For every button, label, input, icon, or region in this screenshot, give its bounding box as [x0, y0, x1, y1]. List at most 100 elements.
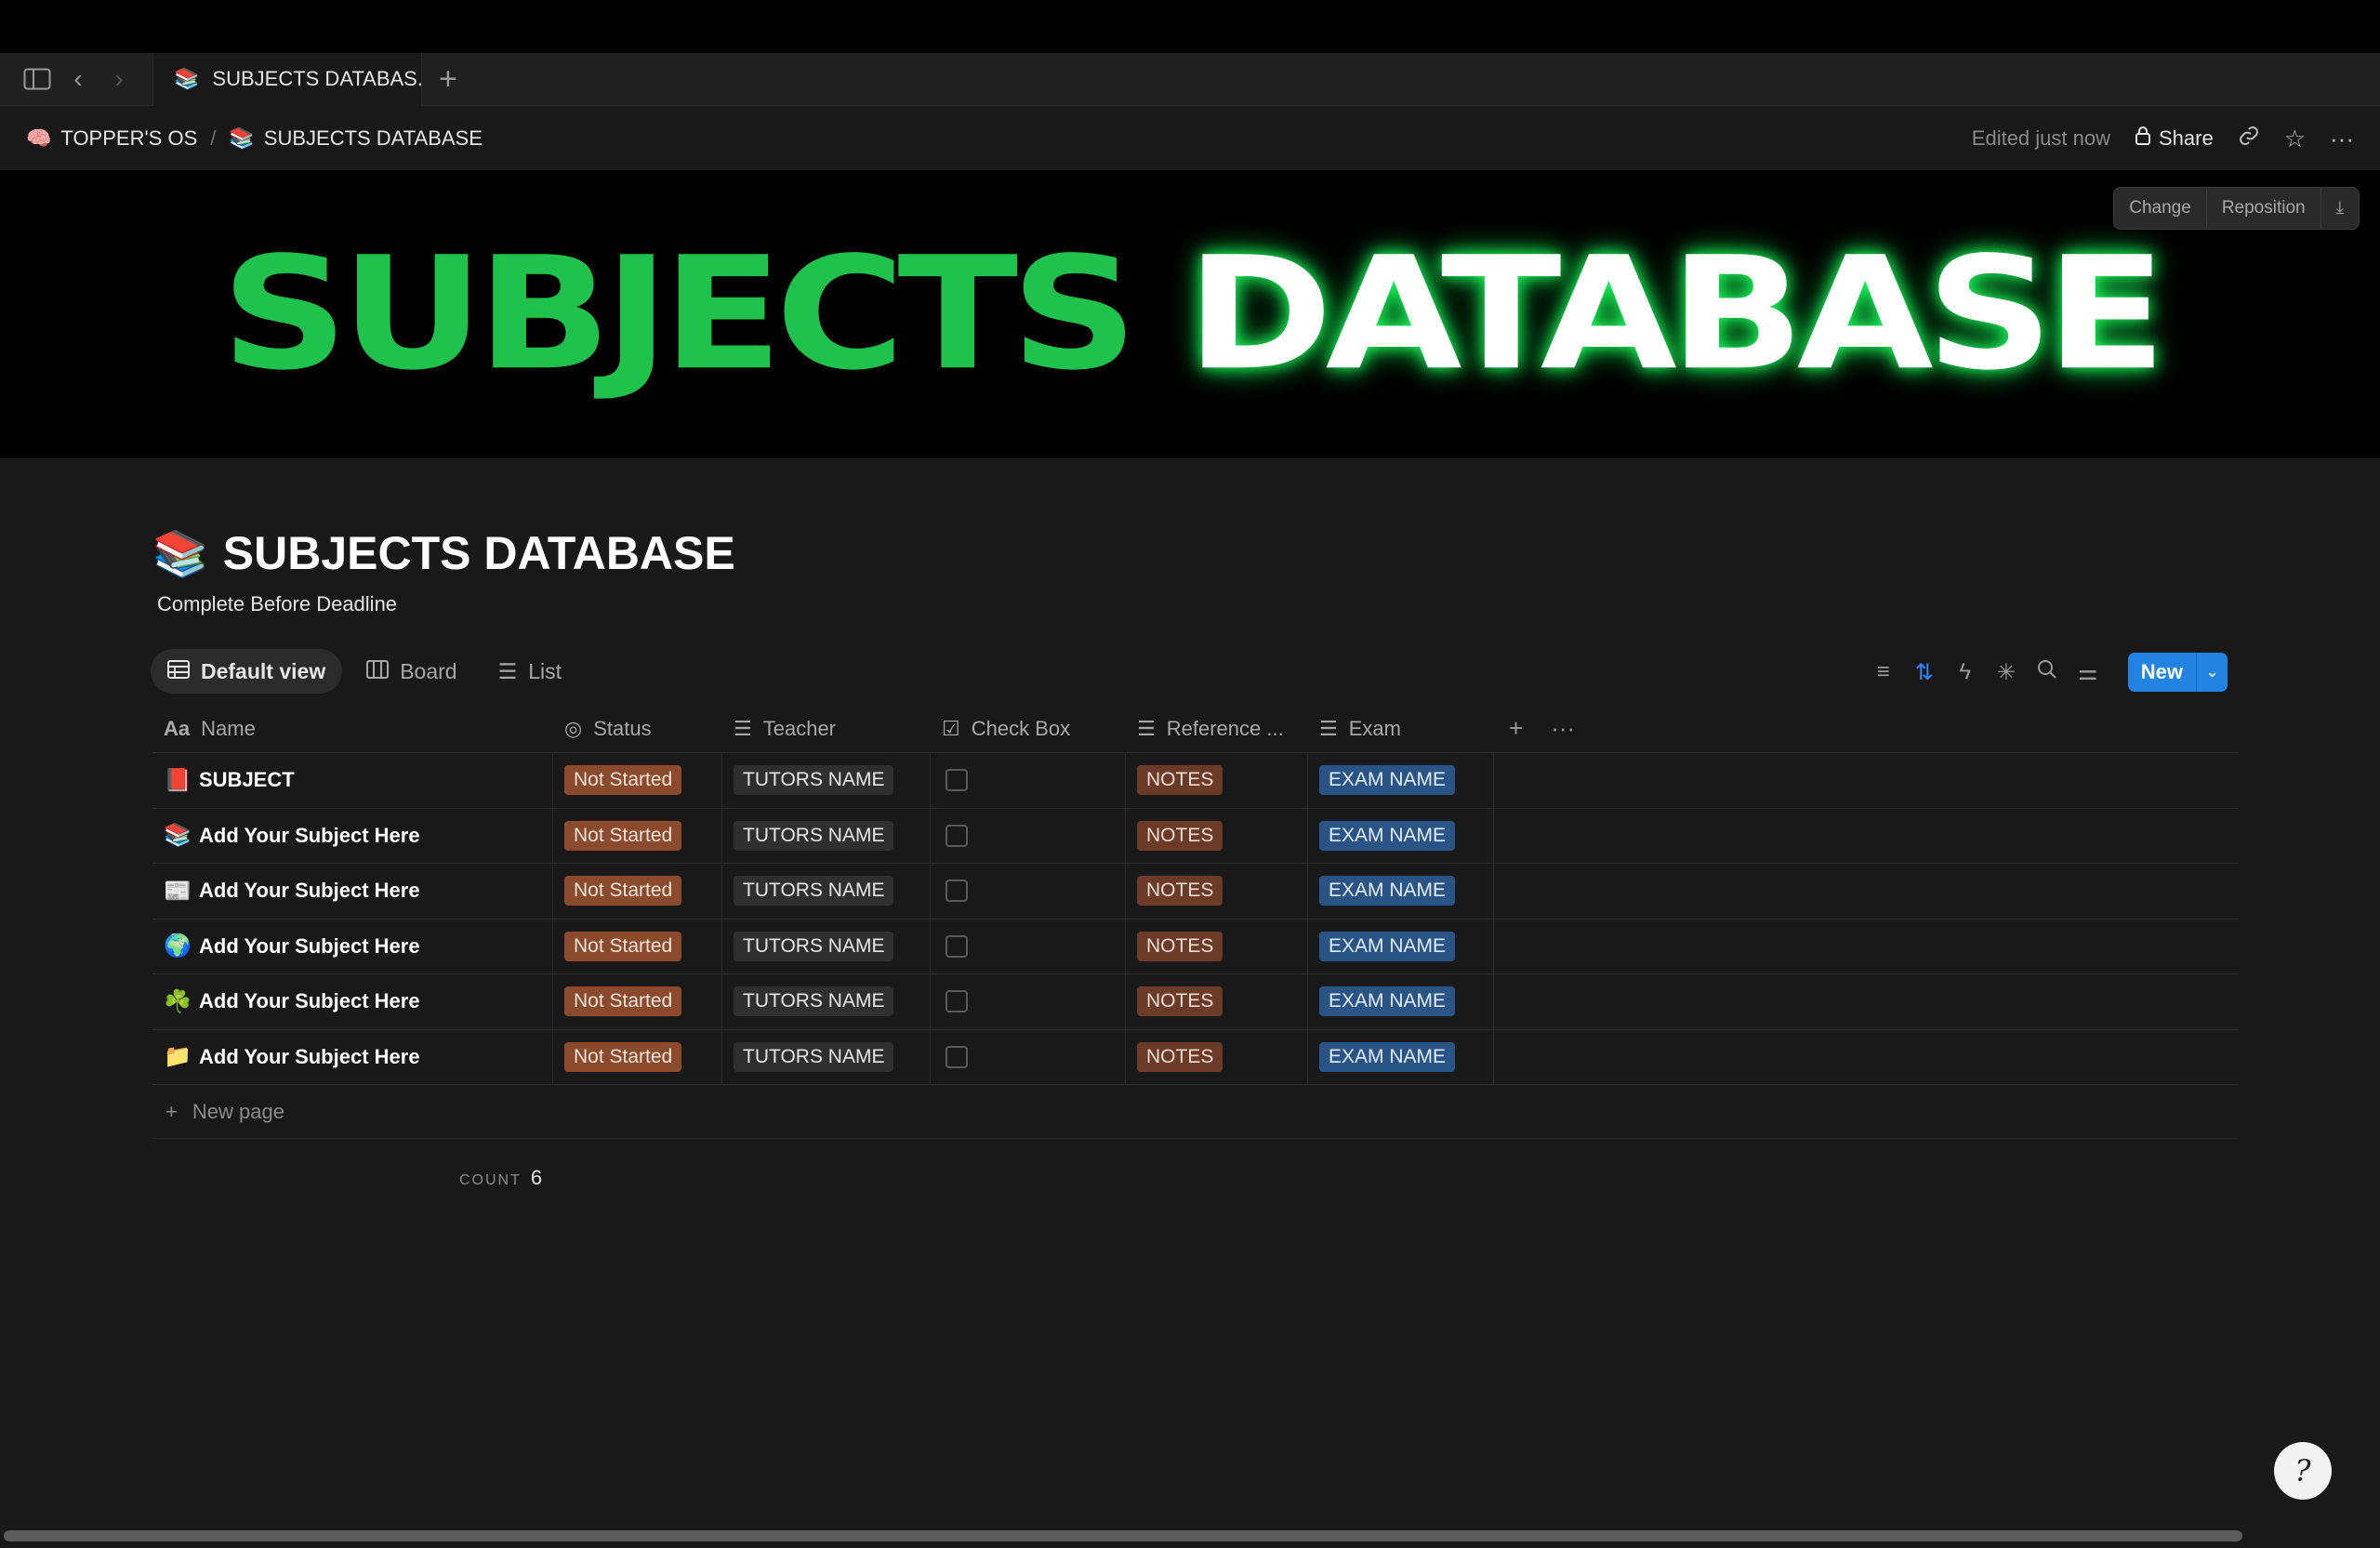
cell-name[interactable]: 📕 SUBJECT [152, 753, 553, 808]
page-title[interactable]: 📚 SUBJECTS DATABASE [152, 526, 735, 580]
change-cover-button[interactable]: Change [2114, 187, 2207, 230]
browser-tab[interactable]: 📚 SUBJECTS DATABAS... [152, 52, 422, 106]
column-header-reference[interactable]: ☰ Reference ... [1126, 705, 1308, 752]
search-icon[interactable] [2037, 659, 2057, 686]
row-name: Add Your Subject Here [199, 933, 420, 958]
teacher-tag: TUTORS NAME [734, 1041, 894, 1072]
table-row[interactable]: 📁 Add Your Subject Here Not Started TUTO… [152, 1029, 2239, 1085]
cell-reference[interactable]: NOTES [1126, 974, 1308, 1029]
checkbox[interactable] [945, 934, 968, 958]
download-icon[interactable]: ⤓ [2321, 187, 2359, 230]
checkbox[interactable] [945, 824, 968, 847]
ai-sparkle-icon[interactable]: ✳ [1996, 659, 2016, 686]
forward-icon[interactable]: › [99, 59, 139, 99]
cell-teacher[interactable]: TUTORS NAME [722, 808, 931, 863]
row-name: Add Your Subject Here [199, 879, 420, 903]
cell-check-box [931, 1029, 1126, 1084]
breadcrumb-item-toppers-os[interactable]: 🧠 TOPPER'S OS [26, 126, 197, 151]
cell-reference[interactable]: NOTES [1126, 808, 1308, 863]
column-label: Reference ... [1166, 716, 1284, 740]
share-button[interactable]: Share [2135, 126, 2214, 152]
view-label: List [528, 658, 562, 683]
cell-exam[interactable]: EXAM NAME [1308, 974, 1494, 1029]
cell-exam[interactable]: EXAM NAME [1308, 919, 1494, 973]
table-row[interactable]: ☘️ Add Your Subject Here Not Started TUT… [152, 974, 2239, 1030]
sidebar-toggle-icon[interactable] [17, 59, 58, 99]
checkbox[interactable] [945, 990, 968, 1013]
more-icon[interactable]: ··· [2330, 125, 2354, 153]
table-row[interactable]: 📕 SUBJECT Not Started TUTORS NAME NOTES … [152, 753, 2239, 809]
exam-tag: EXAM NAME [1319, 820, 1456, 851]
new-tab-icon[interactable]: + [439, 61, 457, 98]
table-icon [167, 659, 190, 684]
table-row[interactable]: 🌍 Add Your Subject Here Not Started TUTO… [152, 919, 2239, 974]
cell-exam[interactable]: EXAM NAME [1308, 1029, 1494, 1084]
reference-tag: NOTES [1137, 986, 1223, 1017]
page-emoji-icon: 📚 [164, 823, 192, 849]
sort-icon[interactable]: ⇅ [1914, 659, 1935, 686]
chevron-down-icon[interactable]: ⌄ [2196, 653, 2228, 692]
back-icon[interactable]: ‹ [58, 59, 99, 99]
horizontal-scrollbar[interactable] [4, 1530, 2242, 1541]
breadcrumb-item-subjects-database[interactable]: 📚 SUBJECTS DATABASE [229, 126, 483, 151]
books-icon: 📚 [229, 126, 255, 150]
topbar-actions: Edited just now Share ☆ ··· [1972, 125, 2354, 153]
cell-reference[interactable]: NOTES [1126, 1029, 1308, 1084]
cell-reference[interactable]: NOTES [1126, 919, 1308, 973]
cell-teacher[interactable]: TUTORS NAME [722, 919, 931, 973]
cell-exam[interactable]: EXAM NAME [1308, 808, 1494, 863]
new-button[interactable]: New ⌄ [2127, 653, 2228, 692]
link-icon[interactable] [2238, 125, 2260, 153]
cell-check-box [931, 808, 1126, 863]
cell-status[interactable]: Not Started [553, 1029, 722, 1084]
checkbox[interactable] [945, 1045, 968, 1068]
cell-reference[interactable]: NOTES [1126, 753, 1308, 808]
cell-exam[interactable]: EXAM NAME [1308, 864, 1494, 919]
cell-teacher[interactable]: TUTORS NAME [722, 1029, 931, 1084]
count-summary[interactable]: COUNT 6 [459, 1166, 542, 1190]
cell-name[interactable]: 📚 Add Your Subject Here [152, 808, 553, 863]
cell-name[interactable]: 📁 Add Your Subject Here [152, 1029, 553, 1084]
column-header-teacher[interactable]: ☰ Teacher [722, 705, 931, 752]
tab-board[interactable]: Board [350, 649, 473, 694]
new-page-button[interactable]: + New page [152, 1085, 2239, 1139]
column-header-check-box[interactable]: ☑ Check Box [931, 705, 1126, 752]
cell-status[interactable]: Not Started [553, 974, 722, 1029]
star-icon[interactable]: ☆ [2284, 125, 2306, 153]
tab-default-view[interactable]: Default view [151, 649, 343, 694]
add-property-icon[interactable]: + [1509, 714, 1523, 743]
cell-status[interactable]: Not Started [553, 753, 722, 808]
settings-sliders-icon[interactable]: ⚌ [2078, 659, 2098, 686]
column-header-name[interactable]: Aa Name [152, 705, 553, 752]
column-header-exam[interactable]: ☰ Exam [1308, 705, 1494, 752]
column-header-status[interactable]: ◎ Status [553, 705, 722, 752]
automation-icon[interactable]: ϟ [1955, 659, 1976, 685]
table-row[interactable]: 📰 Add Your Subject Here Not Started TUTO… [152, 864, 2239, 920]
cell-status[interactable]: Not Started [553, 864, 722, 919]
cell-exam[interactable]: EXAM NAME [1308, 753, 1494, 808]
board-icon [366, 659, 390, 684]
list-icon: ☰ [497, 658, 518, 683]
cell-name[interactable]: 🌍 Add Your Subject Here [152, 919, 553, 973]
reposition-cover-button[interactable]: Reposition [2207, 187, 2321, 230]
page-description[interactable]: Complete Before Deadline [157, 592, 397, 616]
more-icon[interactable]: ··· [1551, 714, 1575, 743]
column-label: Teacher [762, 716, 837, 740]
cell-name[interactable]: 📰 Add Your Subject Here [152, 864, 553, 919]
cell-status[interactable]: Not Started [553, 808, 722, 863]
table-row[interactable]: 📚 Add Your Subject Here Not Started TUTO… [152, 808, 2239, 864]
cell-reference[interactable]: NOTES [1126, 864, 1308, 919]
cell-teacher[interactable]: TUTORS NAME [722, 974, 931, 1029]
row-name: SUBJECT [199, 768, 295, 792]
cell-status[interactable]: Not Started [553, 919, 722, 973]
cell-name[interactable]: ☘️ Add Your Subject Here [152, 974, 553, 1029]
cell-teacher[interactable]: TUTORS NAME [722, 864, 931, 919]
reference-tag: NOTES [1137, 820, 1223, 851]
reference-tag: NOTES [1137, 765, 1223, 796]
help-icon[interactable]: ? [2274, 1442, 2332, 1500]
tab-list[interactable]: ☰ List [482, 649, 578, 694]
checkbox[interactable] [945, 769, 968, 792]
filter-icon[interactable]: ≡ [1873, 659, 1894, 685]
cell-teacher[interactable]: TUTORS NAME [722, 753, 931, 808]
checkbox[interactable] [945, 880, 968, 903]
